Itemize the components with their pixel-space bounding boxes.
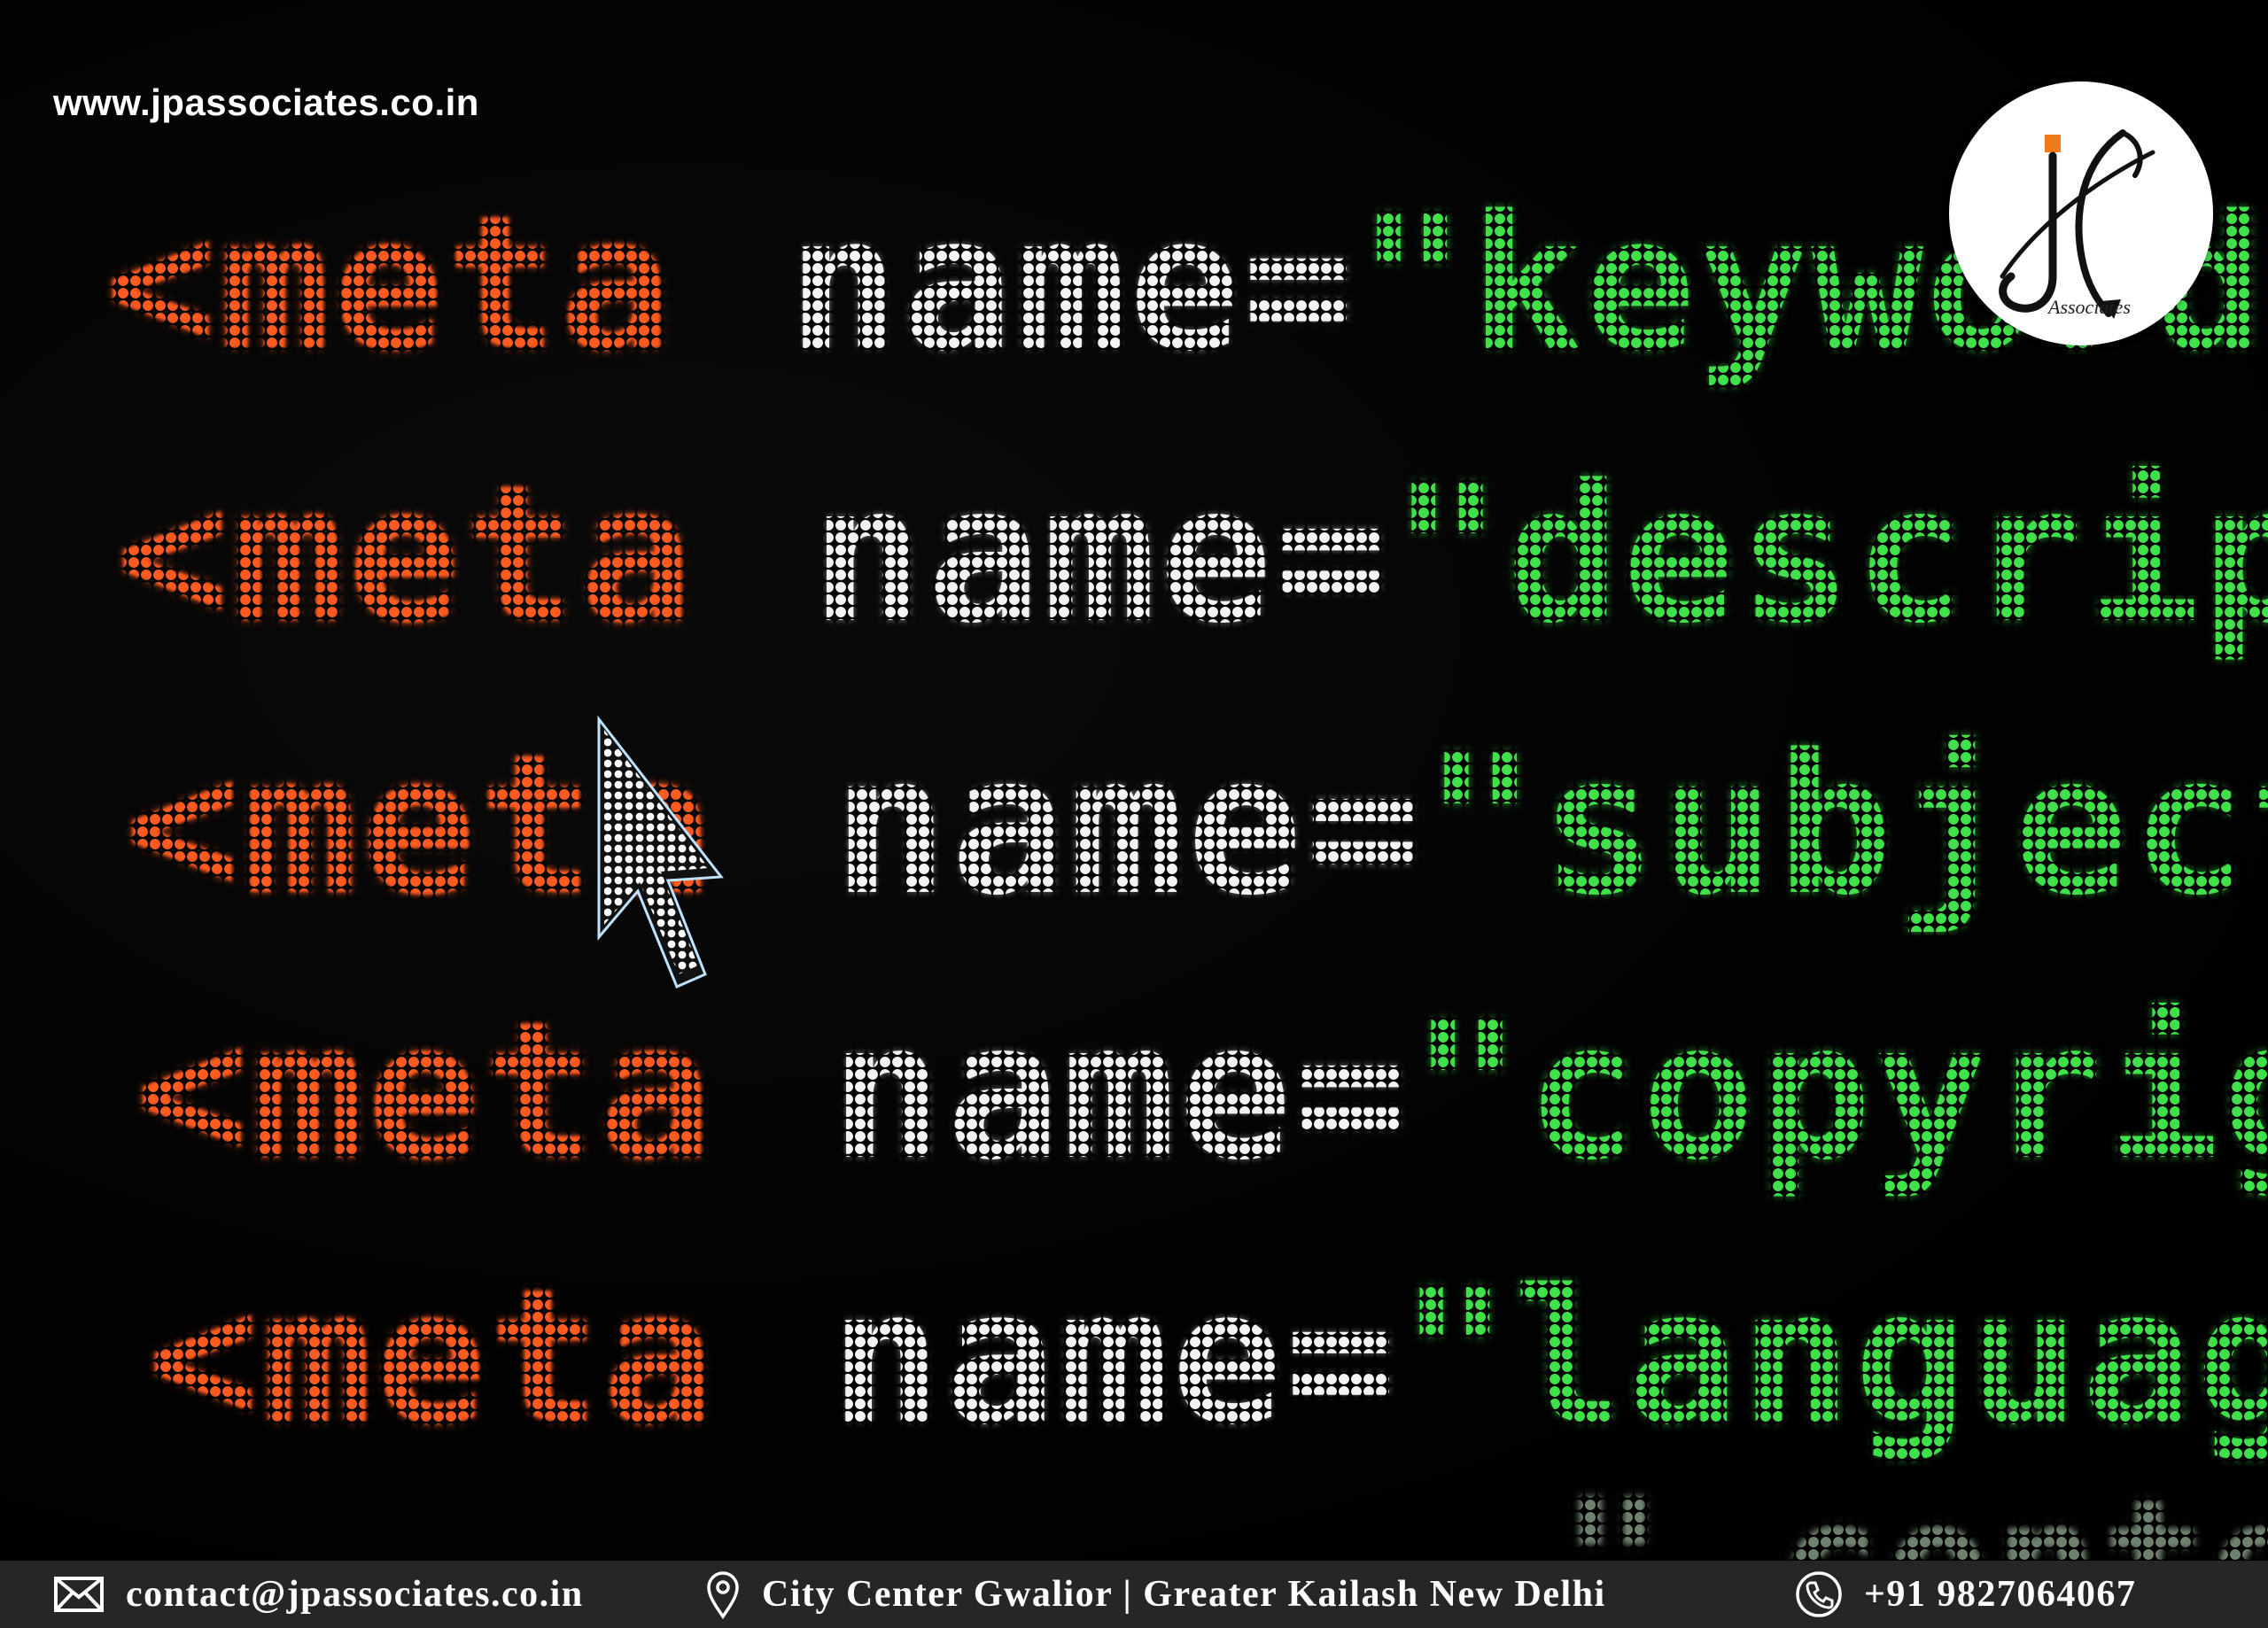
code-value: "subject" (1422, 714, 2268, 938)
code-tag: <meta (147, 1249, 717, 1466)
mouse-pointer-icon (597, 716, 724, 988)
envelope-icon (54, 1577, 104, 1612)
code-attribute: name= (832, 714, 1423, 938)
code-tag: <meta (135, 981, 715, 1202)
code-attribute: name= (811, 445, 1391, 665)
code-attribute: name= (830, 981, 1410, 1202)
code-line-partial: " content (1559, 1461, 2268, 1561)
footer-address: City Center Gwalior | Greater Kailash Ne… (705, 1561, 1606, 1628)
company-logo: Associates (1949, 81, 2213, 345)
location-pin-icon (707, 1571, 739, 1619)
code-tag: <meta (115, 445, 695, 665)
footer-email[interactable]: contact@jpassociates.co.in (53, 1561, 584, 1628)
website-url[interactable]: www.jpassociates.co.in (53, 81, 479, 124)
phone-text: +91 9827064067 (1864, 1574, 2137, 1615)
code-line-language: <meta name="language" conten (147, 1249, 2268, 1466)
email-text: contact@jpassociates.co.in (126, 1574, 584, 1615)
code-line-keywords: <meta name="keywords" con (105, 175, 2268, 392)
phone-icon (1796, 1571, 1842, 1617)
code-line-subject: <meta name="subject" content (124, 714, 2268, 938)
promo-image: <meta name="keywords" con <meta name="de… (0, 0, 2268, 1628)
footer-phone[interactable]: +91 9827064067 (1795, 1561, 2136, 1628)
svg-text:Associates: Associates (2047, 296, 2131, 318)
code-line-description: <meta name="description" con (115, 445, 2268, 665)
contact-footer: contact@jpassociates.co.in City Center G… (0, 1561, 2268, 1628)
jp-monogram-icon: Associates (1999, 129, 2155, 319)
code-attribute: name= (787, 175, 1356, 392)
code-line-copyright: <meta name="copyright"conten (135, 981, 2268, 1202)
code-value: "language" (1398, 1249, 2268, 1466)
code-attribute: name= (829, 1249, 1399, 1466)
code-value: "copyright" (1410, 981, 2268, 1202)
code-screen-photo: <meta name="keywords" con <meta name="de… (0, 0, 2268, 1561)
code-tag: <meta (105, 175, 674, 392)
code-value: "description" (1390, 445, 2268, 665)
address-text: City Center Gwalior | Greater Kailash Ne… (762, 1574, 1606, 1615)
